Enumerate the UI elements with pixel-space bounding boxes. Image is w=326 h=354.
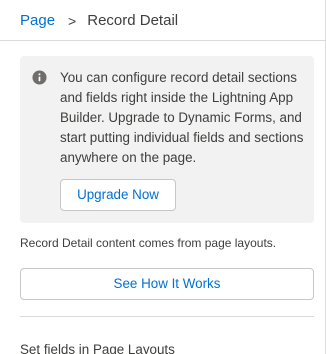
properties-panel: Page > Record Detail You can configure r…	[0, 0, 326, 354]
breadcrumb-current: Record Detail	[87, 12, 179, 29]
info-icon	[32, 70, 47, 85]
record-detail-note: Record Detail content comes from page la…	[20, 236, 277, 250]
info-message: You can configure record detail sections…	[60, 70, 304, 165]
dynamic-forms-info-box: You can configure record detail sections…	[20, 56, 314, 223]
breadcrumb-separator: >	[68, 13, 77, 29]
upgrade-now-button[interactable]: Upgrade Now	[60, 179, 176, 211]
section-divider	[20, 316, 314, 317]
breadcrumb-page-link[interactable]: Page	[20, 11, 55, 31]
page-layouts-section-label: Set fields in Page Layouts	[20, 342, 175, 354]
see-how-it-works-button[interactable]: See How It Works	[20, 268, 314, 300]
breadcrumb: Page > Record Detail	[20, 11, 178, 31]
header-divider	[0, 40, 325, 41]
